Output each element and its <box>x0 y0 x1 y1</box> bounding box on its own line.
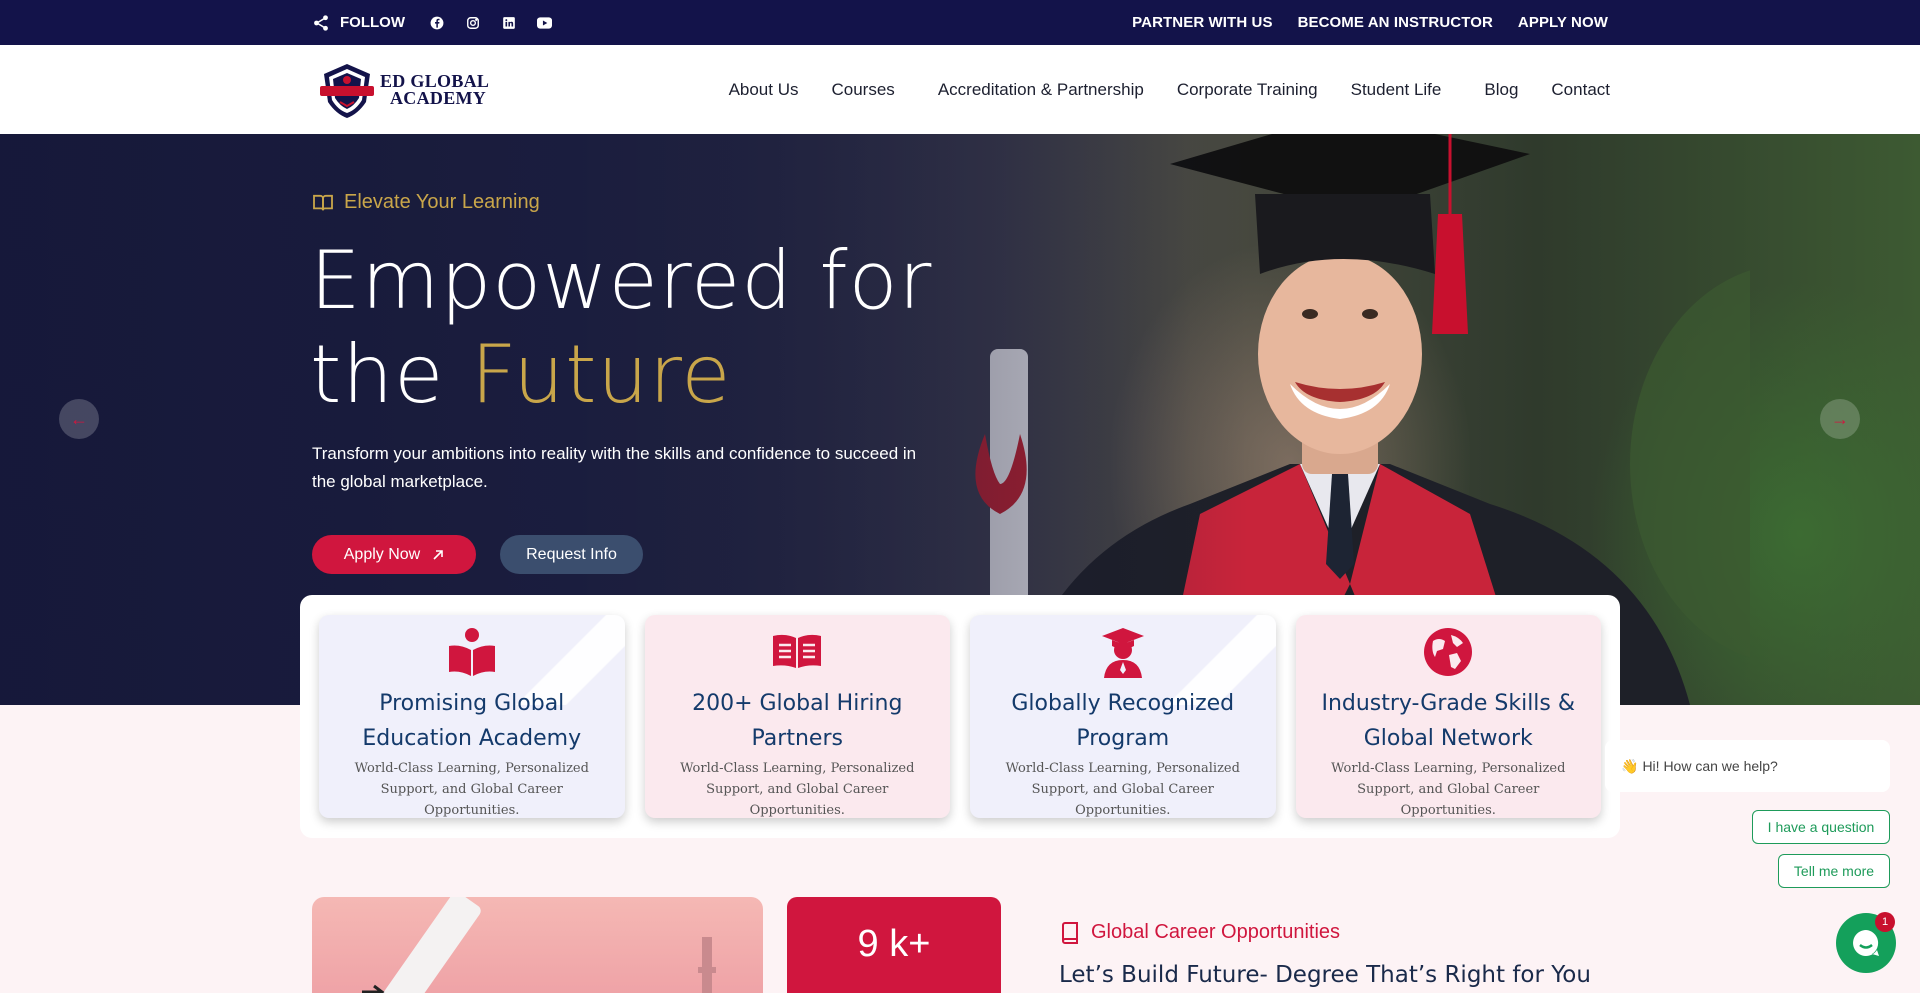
hero-headline: Empowered for the Future <box>310 234 932 422</box>
feature-text: World-Class Learning, Personalized Suppo… <box>354 761 589 818</box>
chat-icon <box>1853 930 1879 956</box>
diploma-photo <box>362 897 716 993</box>
headline-line2: the Future <box>310 328 932 422</box>
apply-now-link[interactable]: APPLY NOW <box>1518 14 1608 31</box>
follow-group: FOLLOW <box>312 12 556 34</box>
stat-card: 9 k+ <box>787 897 1001 993</box>
slider-prev-button[interactable]: ← <box>59 399 99 439</box>
chat-option-question-label: I have a question <box>1767 819 1875 835</box>
nav-about[interactable]: About Us <box>729 80 799 100</box>
chat-option-more-label: Tell me more <box>1793 863 1875 879</box>
site-header: ED GLOBAL ACADEMY About Us Courses Accre… <box>0 45 1920 134</box>
feature-card: Industry-Grade Skills & Global Network W… <box>1295 615 1602 818</box>
nav-accreditation[interactable]: Accreditation & Partnership <box>938 80 1144 100</box>
headline-highlight: Future <box>470 328 732 421</box>
arrow-left-icon: ← <box>70 408 88 429</box>
feature-title: 200+ Global Hiring Partners <box>692 691 903 751</box>
feature-title: Industry-Grade Skills & Global Network <box>1321 691 1576 751</box>
unread-badge: 1 <box>1875 912 1895 932</box>
feature-text: World-Class Learning, Personalized Suppo… <box>1005 761 1240 818</box>
hero-eyebrow: Elevate Your Learning <box>312 191 540 214</box>
nav-about-label: About Us <box>728 79 799 99</box>
reader-icon <box>319 625 625 679</box>
facebook-icon[interactable] <box>426 12 448 34</box>
book-icon <box>1062 921 1078 944</box>
chat-greeting: 👋 Hi! How can we help? <box>1605 740 1890 792</box>
request-info-button[interactable]: Request Info <box>500 535 643 574</box>
arrow-right-icon: → <box>1831 408 1849 429</box>
youtube-icon[interactable] <box>534 12 556 34</box>
chat-option-more[interactable]: Tell me more <box>1778 854 1890 888</box>
logo-line2: ACADEMY <box>390 88 487 108</box>
follow-label: FOLLOW <box>340 14 405 31</box>
main-nav: About Us Courses Accreditation & Partner… <box>729 45 1610 134</box>
arrow-up-right-icon <box>433 549 444 560</box>
nav-contact[interactable]: Contact <box>1551 80 1610 100</box>
nav-contact-label: Contact <box>1551 79 1610 99</box>
slider-next-button[interactable]: → <box>1820 399 1860 439</box>
newspaper-icon <box>645 625 951 679</box>
globe-icon <box>1296 625 1602 679</box>
nav-accreditation-label: Accreditation & Partnership <box>937 79 1144 99</box>
hero-description: Transform your ambitions into reality wi… <box>312 444 917 491</box>
nav-corporate[interactable]: Corporate Training <box>1177 80 1318 100</box>
feature-card: Globally Recognized Program World-Class … <box>970 615 1276 818</box>
nav-student-life[interactable]: Student Life <box>1351 80 1452 100</box>
feature-card: 200+ Global Hiring Partners World-Class … <box>644 615 951 818</box>
section-eyebrow: Global Career Opportunities <box>1060 921 1340 944</box>
site-logo[interactable]: ED GLOBAL ACADEMY <box>318 60 489 120</box>
nav-corporate-label: Corporate Training <box>1176 79 1318 99</box>
feature-text: World-Class Learning, Personalized Suppo… <box>1331 761 1566 818</box>
feature-text: World-Class Learning, Personalized Suppo… <box>680 761 915 818</box>
top-links: PARTNER WITH US BECOME AN INSTRUCTOR APP… <box>1132 14 1608 31</box>
nav-blog[interactable]: Blog <box>1484 80 1518 100</box>
chat-greeting-text: Hi! How can we help? <box>1642 758 1778 774</box>
logo-text: ED GLOBAL ACADEMY <box>380 72 489 108</box>
open-book-icon <box>313 194 333 210</box>
feature-title: Promising Global Education Academy <box>362 691 582 751</box>
nav-blog-label: Blog <box>1484 79 1519 99</box>
feature-title: Globally Recognized Program <box>1011 691 1235 751</box>
instagram-icon[interactable] <box>462 12 484 34</box>
apply-now-label: Apply Now <box>343 545 421 563</box>
graduation-photo-card <box>312 897 763 993</box>
section-eyebrow-text: Global Career Opportunities <box>1091 921 1341 943</box>
request-info-label: Request Info <box>526 545 617 563</box>
partner-link[interactable]: PARTNER WITH US <box>1132 14 1272 31</box>
crest-icon <box>320 64 374 118</box>
share-icon <box>314 14 328 31</box>
section-heading: Let’s Build Future- Degree That’s Right … <box>1059 962 1591 988</box>
instructor-link[interactable]: BECOME AN INSTRUCTOR <box>1298 14 1493 31</box>
graduate-icon <box>970 625 1276 679</box>
nav-student-life-label: Student Life <box>1350 79 1442 99</box>
apply-now-button[interactable]: Apply Now <box>312 535 476 574</box>
headline-line2-a: the <box>310 328 471 421</box>
hero-eyebrow-text: Elevate Your Learning <box>344 191 540 213</box>
chat-option-question[interactable]: I have a question <box>1752 810 1890 844</box>
nav-courses[interactable]: Courses <box>832 80 905 100</box>
feature-cards: Promising Global Education Academy World… <box>300 595 1620 838</box>
waving-hand-icon: 👋 <box>1621 757 1639 774</box>
linkedin-icon[interactable] <box>498 12 520 34</box>
top-bar: FOLLOW PARTNER WITH US BECOME AN INSTRUC… <box>0 0 1920 45</box>
headline-line1: Empowered for <box>310 234 933 327</box>
nav-courses-label: Courses <box>831 79 895 99</box>
feature-card: Promising Global Education Academy World… <box>319 615 625 818</box>
